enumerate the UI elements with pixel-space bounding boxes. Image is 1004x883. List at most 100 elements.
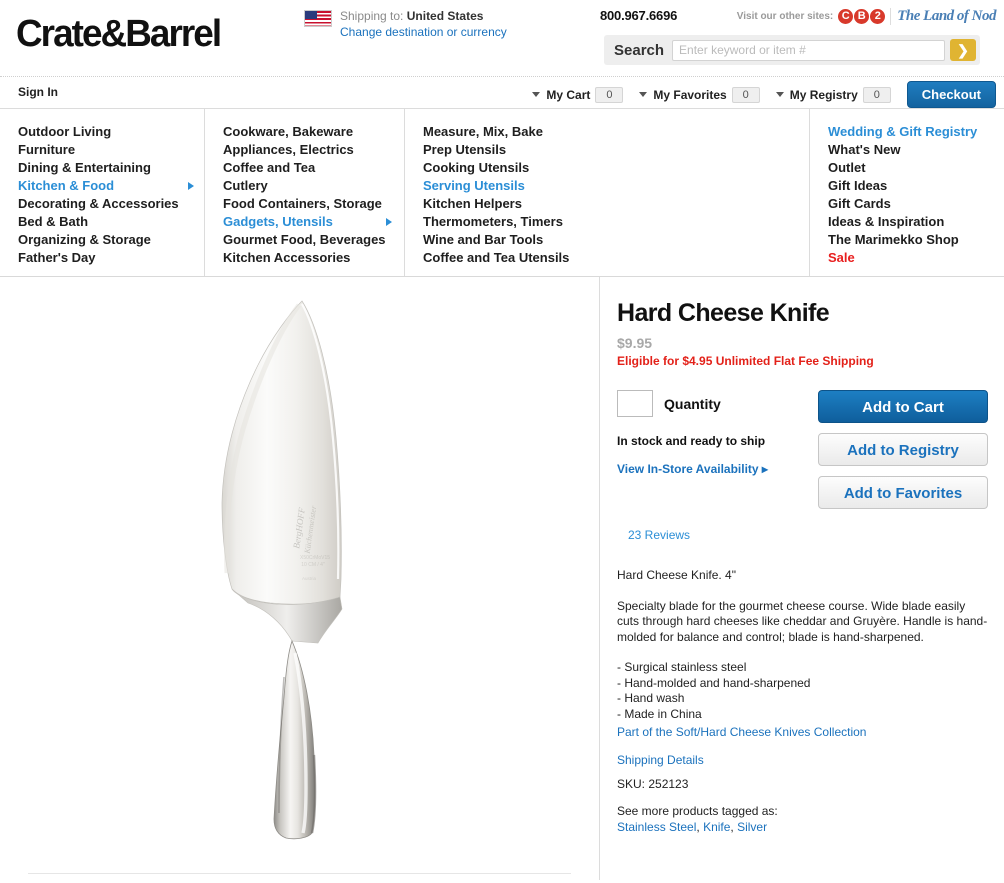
nav-item-coffee-and-tea-utensils[interactable]: Coffee and Tea Utensils xyxy=(423,249,809,267)
nav-item-wedding-gift-registry[interactable]: Wedding & Gift Registry xyxy=(828,123,1003,141)
nav-item-label: Wine and Bar Tools xyxy=(423,232,544,247)
nav-item-thermometers-timers[interactable]: Thermometers, Timers xyxy=(423,213,809,231)
search-label: Search xyxy=(614,41,665,59)
product-feature-item: - Made in China xyxy=(617,706,702,721)
reviews-link[interactable]: 23 Reviews xyxy=(628,528,988,542)
nav-item-dining-entertaining[interactable]: Dining & Entertaining xyxy=(18,159,204,177)
nav-item-ideas-inspiration[interactable]: Ideas & Inspiration xyxy=(828,213,1003,231)
cb2-letter-c: C xyxy=(838,9,854,24)
my-favorites-count: 0 xyxy=(731,86,760,103)
change-destination-link[interactable]: Change destination or currency xyxy=(340,24,507,40)
site-logo[interactable]: Crate&Barrel xyxy=(16,12,222,56)
add-to-favorites-button[interactable]: Add to Favorites xyxy=(818,476,988,509)
nav-item-label: Measure, Mix, Bake xyxy=(423,124,543,139)
sign-in-link[interactable]: Sign In xyxy=(18,85,58,99)
customer-service-phone: 800.967.6696 xyxy=(600,8,678,23)
shipping-to-text: Shipping to: United States xyxy=(340,8,507,24)
nav-item-label: Kitchen Helpers xyxy=(423,196,522,211)
nav-item-serving-utensils[interactable]: Serving Utensils xyxy=(423,177,809,195)
nav-item-cooking-utensils[interactable]: Cooking Utensils xyxy=(423,159,809,177)
my-registry-menu[interactable]: My Registry 0 xyxy=(775,86,891,103)
quantity-input[interactable] xyxy=(617,390,653,417)
nav-item-furniture[interactable]: Furniture xyxy=(18,141,204,159)
product-hero-image[interactable]: BergHOFF Küchenmeister X50CrMoV15 10 CM … xyxy=(0,277,599,847)
product-tag-link[interactable]: Silver xyxy=(737,820,767,834)
shipping-details-link[interactable]: Shipping Details xyxy=(617,753,988,767)
nav-item-label: Kitchen Accessories xyxy=(223,250,351,265)
nav-item-label: Ideas & Inspiration xyxy=(828,214,945,229)
nav-item-father-s-day[interactable]: Father's Day xyxy=(18,249,204,267)
nav-item-wine-and-bar-tools[interactable]: Wine and Bar Tools xyxy=(423,231,809,249)
nav-item-label: Cutlery xyxy=(223,178,268,193)
nav-list-kitchen: Cookware, Bakeware Appliances, Electrics C… xyxy=(223,123,404,267)
nav-item-label: Father's Day xyxy=(18,250,96,265)
search-input[interactable] xyxy=(672,39,945,61)
nav-item-gourmet-food-beverages[interactable]: Gourmet Food, Beverages xyxy=(223,231,404,249)
product-tag-link[interactable]: Knife xyxy=(703,820,730,834)
nav-item-label: Gift Cards xyxy=(828,196,891,211)
nav-item-gift-cards[interactable]: Gift Cards xyxy=(828,195,1003,213)
product-sku: SKU: 252123 xyxy=(617,777,689,791)
nav-item-label: Outlet xyxy=(828,160,866,175)
nav-item-kitchen-accessories[interactable]: Kitchen Accessories xyxy=(223,249,404,267)
nav-item-bed-bath[interactable]: Bed & Bath xyxy=(18,213,204,231)
nav-item-cutlery[interactable]: Cutlery xyxy=(223,177,404,195)
add-to-cart-button[interactable]: Add to Cart xyxy=(818,390,988,423)
nav-item-label: Kitchen & Food xyxy=(18,178,115,193)
my-favorites-menu[interactable]: My Favorites 0 xyxy=(639,86,760,103)
action-button-column: Add to Cart Add to Registry Add to Favor… xyxy=(818,390,988,509)
nav-item-gift-ideas[interactable]: Gift Ideas xyxy=(828,177,1003,195)
nav-list-departments: Outdoor Living Furniture Dining & Entertai… xyxy=(18,123,204,267)
nav-column-kitchen: Cookware, Bakeware Appliances, Electrics C… xyxy=(205,109,405,276)
my-cart-label: My Cart xyxy=(546,87,591,102)
other-sites-label: Visit our other sites: xyxy=(736,11,834,22)
product-price: $9.95 xyxy=(617,335,653,351)
my-registry-count: 0 xyxy=(862,86,891,103)
nav-item-measure-mix-bake[interactable]: Measure, Mix, Bake xyxy=(423,123,809,141)
add-to-registry-button[interactable]: Add to Registry xyxy=(818,433,988,466)
product-feature-item: - Hand-molded and hand-sharpened xyxy=(617,675,811,690)
nav-item-what-s-new[interactable]: What's New xyxy=(828,141,1003,159)
checkout-button[interactable]: Checkout xyxy=(906,81,996,108)
collection-link[interactable]: Part of the Soft/Hard Cheese Knives Coll… xyxy=(617,725,988,739)
nav-item-label: Gift Ideas xyxy=(828,178,888,193)
other-sites-block: Visit our other sites: C B 2 The Land of… xyxy=(737,8,996,25)
product-short-description: Hard Cheese Knife. 4" xyxy=(617,568,736,582)
nav-item-label: The Marimekko Shop xyxy=(828,232,959,247)
search-submit-button[interactable]: ❯ xyxy=(950,39,976,61)
nav-item-label: Appliances, Electrics xyxy=(223,142,354,157)
purchase-box: Quantity In stock and ready to ship View… xyxy=(617,390,988,520)
chevron-down-icon xyxy=(639,92,648,97)
nav-item-outdoor-living[interactable]: Outdoor Living xyxy=(18,123,204,141)
nav-item-decorating-accessories[interactable]: Decorating & Accessories xyxy=(18,195,204,213)
land-of-nod-logo[interactable]: The Land of Nod xyxy=(890,8,996,25)
nav-item-label: Gadgets, Utensils xyxy=(223,214,333,229)
nav-item-the-marimekko-shop[interactable]: The Marimekko Shop xyxy=(828,231,1003,249)
nav-item-food-containers-storage[interactable]: Food Containers, Storage xyxy=(223,195,404,213)
tagged-products-block: See more products tagged as: Stainless S… xyxy=(617,804,988,835)
us-flag-icon xyxy=(304,10,332,27)
my-cart-menu[interactable]: My Cart 0 xyxy=(532,86,624,103)
nav-item-appliances-electrics[interactable]: Appliances, Electrics xyxy=(223,141,404,159)
nav-item-coffee-and-tea[interactable]: Coffee and Tea xyxy=(223,159,404,177)
nav-item-kitchen-food[interactable]: Kitchen & Food xyxy=(18,177,204,195)
nav-item-label: Wedding & Gift Registry xyxy=(828,124,978,139)
cb2-letter-b: B xyxy=(854,9,870,24)
product-details-panel: Hard Cheese Knife $9.95 Eligible for $4.… xyxy=(600,277,1004,880)
cb2-logo[interactable]: C B 2 xyxy=(838,9,886,24)
nav-item-label: Cooking Utensils xyxy=(423,160,530,175)
product-tag-link[interactable]: Stainless Steel xyxy=(617,820,696,834)
nav-column-featured: Wedding & Gift Registry What's New Outlet G… xyxy=(810,109,1003,276)
nav-item-kitchen-helpers[interactable]: Kitchen Helpers xyxy=(423,195,809,213)
nav-item-prep-utensils[interactable]: Prep Utensils xyxy=(423,141,809,159)
tagged-label: See more products tagged as: xyxy=(617,804,778,818)
nav-item-organizing-storage[interactable]: Organizing & Storage xyxy=(18,231,204,249)
my-registry-label: My Registry xyxy=(789,87,858,102)
nav-item-cookware-bakeware[interactable]: Cookware, Bakeware xyxy=(223,123,404,141)
hard-cheese-knife-illustration: BergHOFF Küchenmeister X50CrMoV15 10 CM … xyxy=(221,300,343,840)
category-mega-menu: Outdoor Living Furniture Dining & Entertai… xyxy=(0,109,1004,277)
nav-item-outlet[interactable]: Outlet xyxy=(828,159,1003,177)
nav-item-sale[interactable]: Sale xyxy=(828,249,1003,267)
search-bar: Search ❯ xyxy=(604,35,980,65)
nav-item-gadgets-utensils[interactable]: Gadgets, Utensils xyxy=(223,213,404,231)
